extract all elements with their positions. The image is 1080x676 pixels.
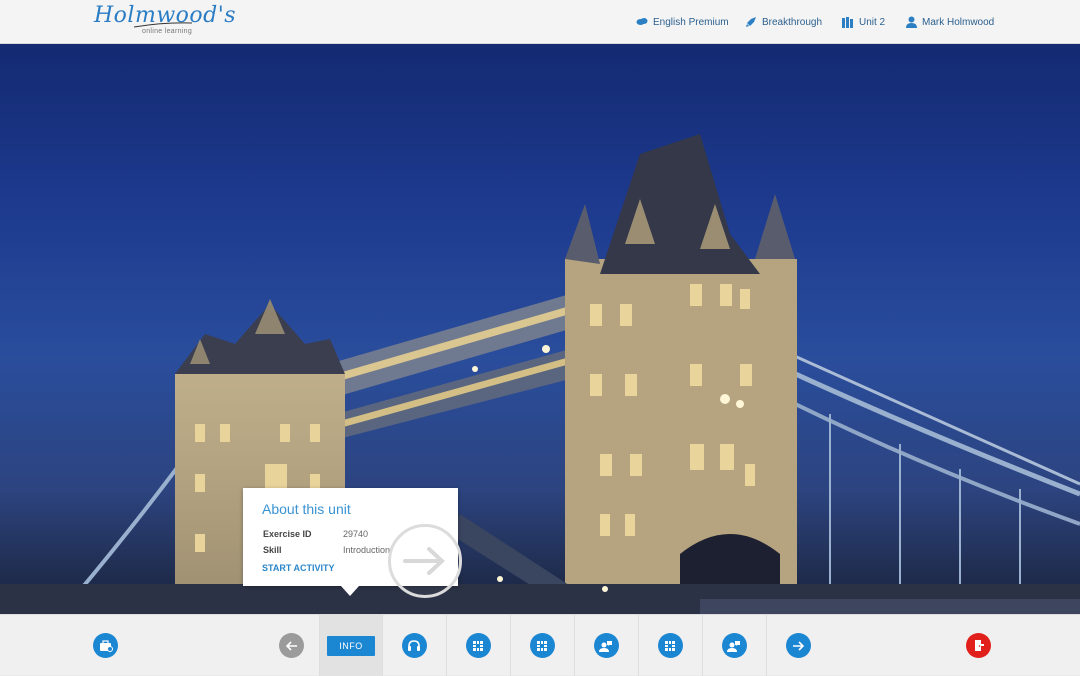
toolbox-button[interactable] bbox=[74, 615, 137, 676]
unit-hero-image bbox=[0, 44, 1080, 614]
start-activity-link[interactable]: START ACTIVITY bbox=[262, 563, 335, 573]
next-arrow-icon bbox=[785, 633, 811, 658]
logo-swoosh-icon bbox=[133, 22, 193, 28]
speaking-icon bbox=[593, 633, 619, 658]
nav-user-label: Mark Holmwood bbox=[922, 16, 995, 28]
info-tab[interactable]: INFO bbox=[319, 615, 382, 676]
tower-bridge-illustration bbox=[0, 134, 1080, 614]
holmwoods-logo[interactable]: Holmwood's online learning bbox=[94, 3, 236, 41]
nav-level-label: Breakthrough bbox=[762, 16, 823, 28]
nav-level[interactable]: Breakthrough bbox=[745, 0, 822, 44]
start-activity-arrow-button[interactable] bbox=[388, 524, 462, 598]
next-button[interactable] bbox=[766, 615, 829, 676]
rocket-icon bbox=[745, 16, 757, 28]
grid-icon bbox=[529, 633, 555, 658]
listening-activity-button[interactable] bbox=[382, 615, 445, 676]
back-arrow-icon bbox=[279, 633, 304, 658]
previous-button[interactable] bbox=[260, 615, 323, 676]
top-bar: Holmwood's online learning English Premi… bbox=[0, 0, 1080, 44]
globe-icon bbox=[636, 16, 648, 28]
exit-icon bbox=[966, 633, 991, 658]
books-icon bbox=[842, 16, 854, 28]
popup-pointer bbox=[341, 586, 359, 596]
grid-activity-button-1[interactable] bbox=[446, 615, 509, 676]
speaking-activity-button-2[interactable] bbox=[702, 615, 765, 676]
exercise-id-label: Exercise ID bbox=[263, 529, 312, 539]
popup-title: About this unit bbox=[262, 501, 351, 517]
info-button[interactable]: INFO bbox=[327, 635, 375, 656]
skill-row: Skill Introduction bbox=[263, 545, 390, 555]
exit-button[interactable] bbox=[947, 615, 1010, 676]
exercise-id-value: 29740 bbox=[343, 529, 369, 539]
nav-unit[interactable]: Unit 2 bbox=[842, 0, 885, 44]
user-icon bbox=[905, 16, 917, 28]
skill-value: Introduction bbox=[343, 545, 391, 555]
skill-label: Skill bbox=[263, 545, 282, 555]
grid-activity-button-3[interactable] bbox=[638, 615, 701, 676]
arrow-right-icon bbox=[403, 547, 445, 575]
grid-activity-button-2[interactable] bbox=[510, 615, 573, 676]
grid-icon bbox=[657, 633, 683, 658]
exercise-id-row: Exercise ID 29740 bbox=[263, 529, 368, 539]
bottom-toolbar: INFO bbox=[0, 614, 1080, 676]
logo-subtext: online learning bbox=[142, 28, 193, 35]
nav-user[interactable]: Mark Holmwood bbox=[905, 0, 994, 44]
grid-icon bbox=[465, 633, 491, 658]
toolbox-icon bbox=[93, 633, 118, 658]
nav-unit-label: Unit 2 bbox=[859, 16, 886, 28]
speaking-icon bbox=[721, 633, 747, 658]
headphones-icon bbox=[401, 633, 427, 658]
nav-course[interactable]: English Premium bbox=[636, 0, 729, 44]
nav-course-label: English Premium bbox=[653, 16, 729, 28]
speaking-activity-button-1[interactable] bbox=[574, 615, 637, 676]
